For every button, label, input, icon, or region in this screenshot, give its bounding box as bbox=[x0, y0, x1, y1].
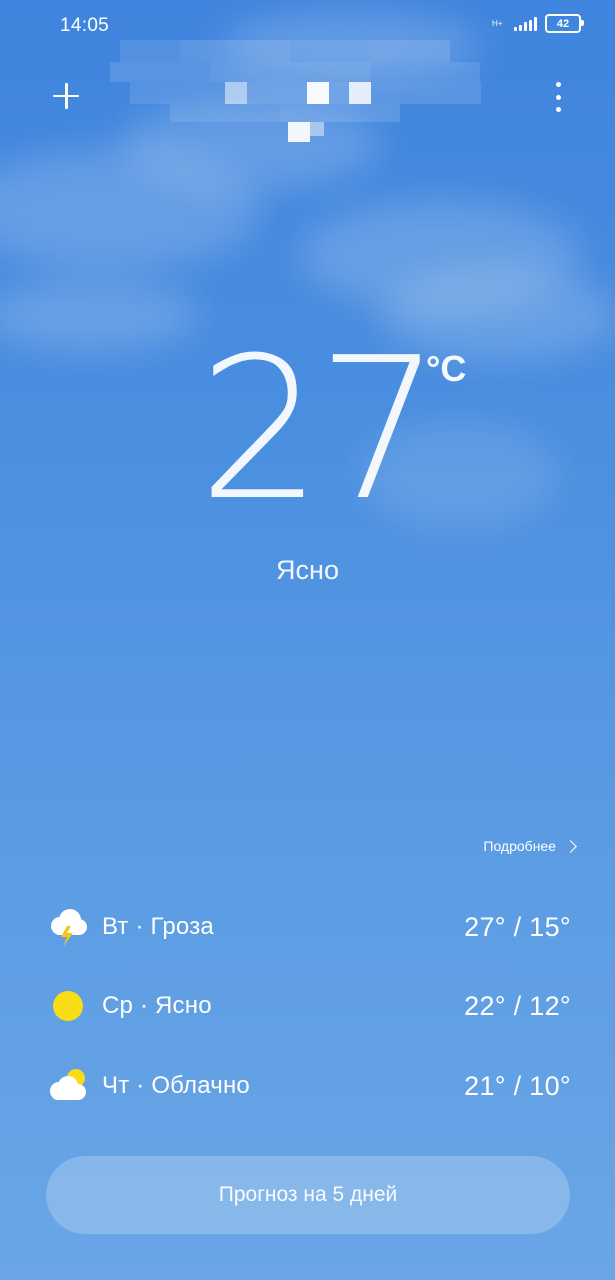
forecast-day-label: Вт · Гроза bbox=[102, 913, 214, 940]
signal-icon bbox=[514, 16, 537, 31]
temperature-value: 27 bbox=[198, 316, 441, 544]
forecast-row-thursday[interactable]: Чт · Облачно 21° / 10° bbox=[46, 1064, 571, 1108]
forecast-temp-range: 21° / 10° bbox=[464, 1070, 571, 1101]
forecast-day-label: Чт · Облачно bbox=[102, 1072, 250, 1099]
more-vertical-icon bbox=[555, 82, 561, 87]
sun-icon bbox=[46, 984, 90, 1028]
status-icons: H+ 42 bbox=[492, 14, 584, 33]
forecast-temp-range: 27° / 15° bbox=[464, 911, 571, 942]
battery-level: 42 bbox=[556, 17, 570, 30]
thunderstorm-icon bbox=[46, 905, 90, 949]
details-link-label: Подробнее bbox=[483, 838, 556, 854]
forecast-temp-range: 22° / 12° bbox=[464, 990, 571, 1021]
more-options-button[interactable] bbox=[551, 82, 565, 112]
chevron-right-icon bbox=[564, 840, 577, 853]
add-city-button[interactable] bbox=[50, 80, 82, 112]
partly-cloudy-icon bbox=[46, 1064, 90, 1108]
five-day-forecast-button[interactable]: Прогноз на 5 дней bbox=[46, 1156, 570, 1234]
details-link[interactable]: Подробнее bbox=[483, 838, 577, 854]
current-temperature: 27 °C bbox=[0, 330, 615, 530]
five-day-forecast-label: Прогноз на 5 дней bbox=[218, 1183, 398, 1206]
forecast-day-label: Ср · Ясно bbox=[102, 992, 212, 1019]
status-time: 14:05 bbox=[60, 15, 110, 36]
city-name-pixelated bbox=[110, 40, 490, 142]
current-condition: Ясно bbox=[276, 555, 339, 585]
battery-icon: 42 bbox=[545, 14, 584, 33]
temperature-unit: °C bbox=[426, 348, 467, 389]
forecast-row-tuesday[interactable]: Вт · Гроза 27° / 15° bbox=[46, 905, 571, 949]
network-type-label: H+ bbox=[492, 18, 503, 28]
forecast-row-wednesday[interactable]: Ср · Ясно 22° / 12° bbox=[46, 984, 571, 1028]
